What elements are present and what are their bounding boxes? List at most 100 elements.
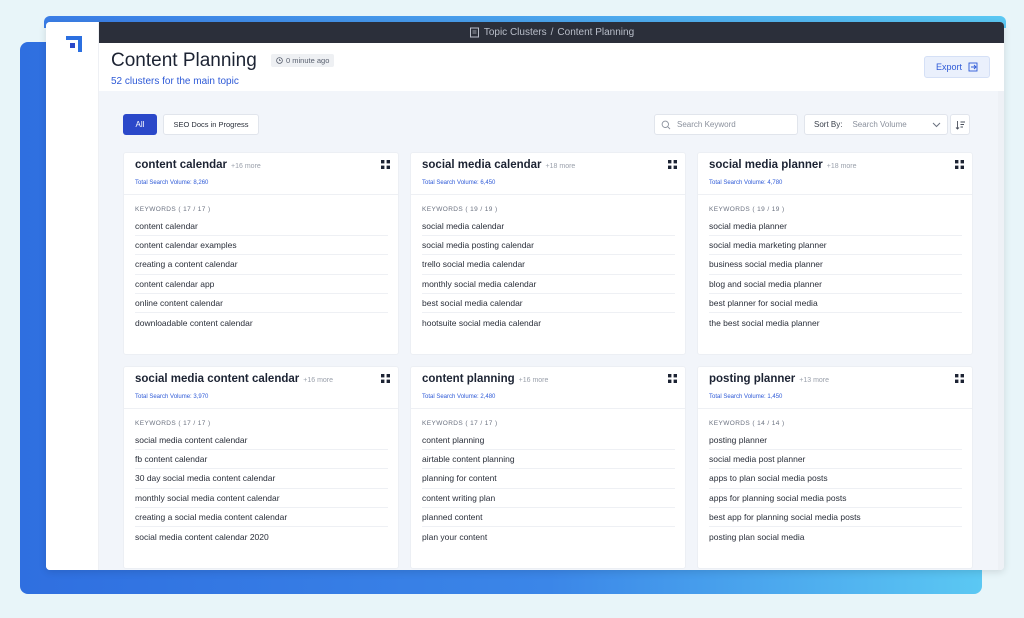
card-title-row: social media calendar +18 more — [422, 159, 575, 171]
cluster-card[interactable]: social media content calendar +16 more T… — [123, 366, 399, 569]
cluster-title[interactable]: content planning — [422, 373, 515, 385]
keyword-item[interactable]: content calendar examples — [135, 236, 388, 256]
cluster-grid: content calendar +16 more Total Search V… — [123, 152, 973, 569]
page-title: Content Planning — [111, 50, 257, 71]
search-icon — [661, 120, 671, 129]
cluster-title[interactable]: social media calendar — [422, 159, 542, 171]
cluster-title[interactable]: content calendar — [135, 159, 227, 171]
more-count: +18 more — [826, 163, 857, 170]
keyword-item[interactable]: planned content — [422, 508, 675, 527]
keyword-item[interactable]: hootsuite social media calendar — [422, 313, 675, 332]
search-input[interactable] — [677, 120, 787, 129]
keywords-header: KEYWORDS ( 19 / 19 ) — [709, 206, 785, 213]
scrollbar[interactable] — [998, 91, 1004, 570]
cluster-title[interactable]: social media content calendar — [135, 373, 299, 385]
keyword-item[interactable]: trello social media calendar — [422, 255, 675, 275]
breadcrumb-current: Content Planning — [557, 27, 635, 38]
card-title-row: social media planner +18 more — [709, 159, 857, 171]
grid-dots-icon[interactable] — [955, 160, 964, 169]
keyword-item[interactable]: apps for planning social media posts — [709, 489, 962, 508]
keyword-list: social media planner social media marketi… — [709, 217, 962, 332]
keyword-item[interactable]: content writing plan — [422, 489, 675, 508]
cluster-card[interactable]: social media calendar +18 more Total Sea… — [410, 152, 686, 355]
keyword-item[interactable]: content calendar — [135, 217, 388, 237]
keyword-item[interactable]: fb content calendar — [135, 450, 388, 470]
updated-badge: 0 minute ago — [271, 54, 335, 67]
more-count: +16 more — [303, 377, 334, 384]
keyword-item[interactable]: 30 day social media content calendar — [135, 469, 388, 489]
search-volume: Total Search Volume: 1,450 — [709, 394, 783, 400]
more-count: +16 more — [518, 377, 549, 384]
document-icon — [469, 27, 480, 38]
keyword-item[interactable]: monthly social media calendar — [422, 275, 675, 294]
cluster-count: 52 clusters for the main topic — [111, 76, 239, 87]
keyword-item[interactable]: posting plan social media — [709, 527, 962, 546]
updated-text: 0 minute ago — [286, 56, 330, 65]
keyword-item[interactable]: planning for content — [422, 469, 675, 489]
cluster-card[interactable]: posting planner +13 more Total Search Vo… — [697, 366, 973, 569]
keyword-item[interactable]: best app for planning social media posts — [709, 508, 962, 527]
keyword-item[interactable]: blog and social media planner — [709, 275, 962, 294]
search-box[interactable] — [654, 114, 798, 135]
sidebar — [46, 22, 99, 570]
keyword-item[interactable]: downloadable content calendar — [135, 313, 388, 332]
keyword-item[interactable]: apps to plan social media posts — [709, 469, 962, 489]
app-logo-icon[interactable] — [66, 36, 82, 52]
keyword-item[interactable]: social media content calendar 2020 — [135, 527, 388, 546]
cluster-title[interactable]: posting planner — [709, 373, 795, 385]
keywords-header: KEYWORDS ( 19 / 19 ) — [422, 206, 498, 213]
keyword-item[interactable]: airtable content planning — [422, 450, 675, 470]
grid-dots-icon[interactable] — [668, 160, 677, 169]
keyword-item[interactable]: content calendar app — [135, 275, 388, 294]
keyword-item[interactable]: social media content calendar — [135, 431, 388, 451]
grid-dots-icon[interactable] — [668, 374, 677, 383]
keyword-item[interactable]: business social media planner — [709, 255, 962, 275]
search-volume: Total Search Volume: 8,260 — [135, 180, 209, 186]
grid-dots-icon[interactable] — [955, 374, 964, 383]
keyword-item[interactable]: social media post planner — [709, 450, 962, 470]
breadcrumb: Topic Clusters / Content Planning — [99, 22, 1004, 43]
keywords-header: KEYWORDS ( 14 / 14 ) — [709, 420, 785, 427]
keyword-list: content calendar content calendar example… — [135, 217, 388, 332]
keyword-item[interactable]: content planning — [422, 431, 675, 451]
sort-order-button[interactable] — [950, 114, 970, 135]
keyword-list: social media calendar social media postin… — [422, 217, 675, 332]
search-volume: Total Search Volume: 6,450 — [422, 180, 496, 186]
sort-order-icon — [955, 120, 965, 130]
search-volume: Total Search Volume: 2,480 — [422, 394, 496, 400]
export-label: Export — [935, 62, 962, 72]
cluster-card[interactable]: content planning +16 more Total Search V… — [410, 366, 686, 569]
keyword-item[interactable]: social media marketing planner — [709, 236, 962, 256]
keyword-item[interactable]: social media calendar — [422, 217, 675, 237]
cluster-title[interactable]: social media planner — [709, 159, 823, 171]
export-button[interactable]: Export — [924, 56, 990, 78]
filter-seo-docs-button[interactable]: SEO Docs in Progress — [163, 114, 259, 135]
keyword-item[interactable]: best planner for social media — [709, 294, 962, 313]
keyword-item[interactable]: plan your content — [422, 527, 675, 546]
keyword-item[interactable]: the best social media planner — [709, 313, 962, 332]
cluster-card[interactable]: content calendar +16 more Total Search V… — [123, 152, 399, 355]
card-divider — [124, 408, 398, 409]
keyword-item[interactable]: creating a social media content calendar — [135, 508, 388, 527]
main-content: All SEO Docs in Progress Sort By: Search… — [99, 91, 1004, 570]
keyword-item[interactable]: creating a content calendar — [135, 255, 388, 275]
keyword-list: content planning airtable content plannin… — [422, 431, 675, 546]
keyword-item[interactable]: social media planner — [709, 217, 962, 237]
keyword-item[interactable]: monthly social media content calendar — [135, 489, 388, 508]
keyword-item[interactable]: online content calendar — [135, 294, 388, 313]
sort-select[interactable]: Sort By: Search Volume — [804, 114, 948, 135]
keyword-item[interactable]: best social media calendar — [422, 294, 675, 313]
breadcrumb-parent-link[interactable]: Topic Clusters — [484, 27, 547, 38]
grid-dots-icon[interactable] — [381, 374, 390, 383]
keyword-item[interactable]: posting planner — [709, 431, 962, 451]
card-divider — [698, 194, 972, 195]
chevron-down-icon — [932, 122, 941, 127]
filter-all-button[interactable]: All — [123, 114, 157, 135]
sort-value: Search Volume — [852, 120, 907, 129]
cluster-card[interactable]: social media planner +18 more Total Sear… — [697, 152, 973, 355]
keywords-header: KEYWORDS ( 17 / 17 ) — [135, 206, 211, 213]
card-divider — [698, 408, 972, 409]
grid-dots-icon[interactable] — [381, 160, 390, 169]
keywords-header: KEYWORDS ( 17 / 17 ) — [135, 420, 211, 427]
keyword-item[interactable]: social media posting calendar — [422, 236, 675, 256]
